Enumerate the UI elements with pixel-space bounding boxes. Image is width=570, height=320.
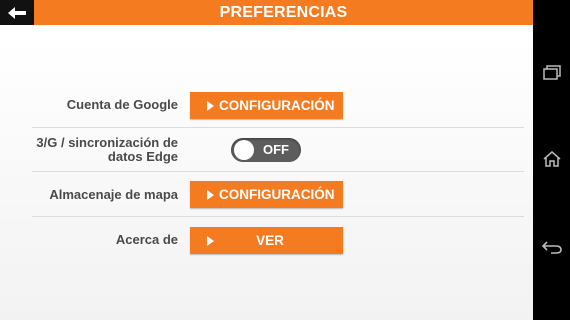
page-title: PREFERENCIAS	[219, 4, 348, 21]
toggle-state: OFF	[263, 142, 289, 157]
recent-apps-icon	[543, 65, 561, 80]
sync-label-line2: datos Edge	[107, 149, 178, 164]
button-label: CONFIGURACIÓN	[219, 98, 335, 113]
back-button[interactable]	[0, 0, 34, 25]
play-icon	[207, 235, 214, 246]
divider	[32, 171, 524, 172]
back-arrow-icon	[8, 6, 26, 19]
divider	[32, 127, 524, 128]
about-view-button[interactable]: VER	[190, 227, 343, 254]
map-storage-label: Almacenaje de mapa	[49, 187, 178, 202]
title-bar: PREFERENCIAS	[0, 0, 533, 25]
sync-label-line1: 3/G / sincronización de	[36, 135, 178, 150]
button-label: CONFIGURACIÓN	[219, 187, 335, 202]
map-storage-config-button[interactable]: CONFIGURACIÓN	[190, 181, 343, 208]
sync-label: 3/G / sincronización de datos Edge	[36, 136, 178, 164]
home-button[interactable]	[541, 148, 563, 170]
sync-toggle[interactable]: OFF	[231, 138, 301, 162]
play-icon	[207, 189, 214, 200]
google-account-config-button[interactable]: CONFIGURACIÓN	[190, 92, 343, 119]
about-label: Acerca de	[115, 232, 178, 247]
divider	[32, 216, 524, 217]
system-navigation-bar	[533, 0, 570, 320]
google-account-label: Cuenta de Google	[66, 97, 178, 112]
preferences-screen: PREFERENCIAS Cuenta de Google CONFIGURAC…	[0, 0, 533, 320]
button-label: VER	[256, 233, 284, 248]
recent-apps-button[interactable]	[541, 62, 563, 84]
toggle-knob	[234, 140, 254, 160]
back-icon	[541, 241, 562, 254]
back-nav-button[interactable]	[541, 236, 563, 258]
home-icon	[543, 151, 561, 167]
play-icon	[207, 100, 214, 111]
